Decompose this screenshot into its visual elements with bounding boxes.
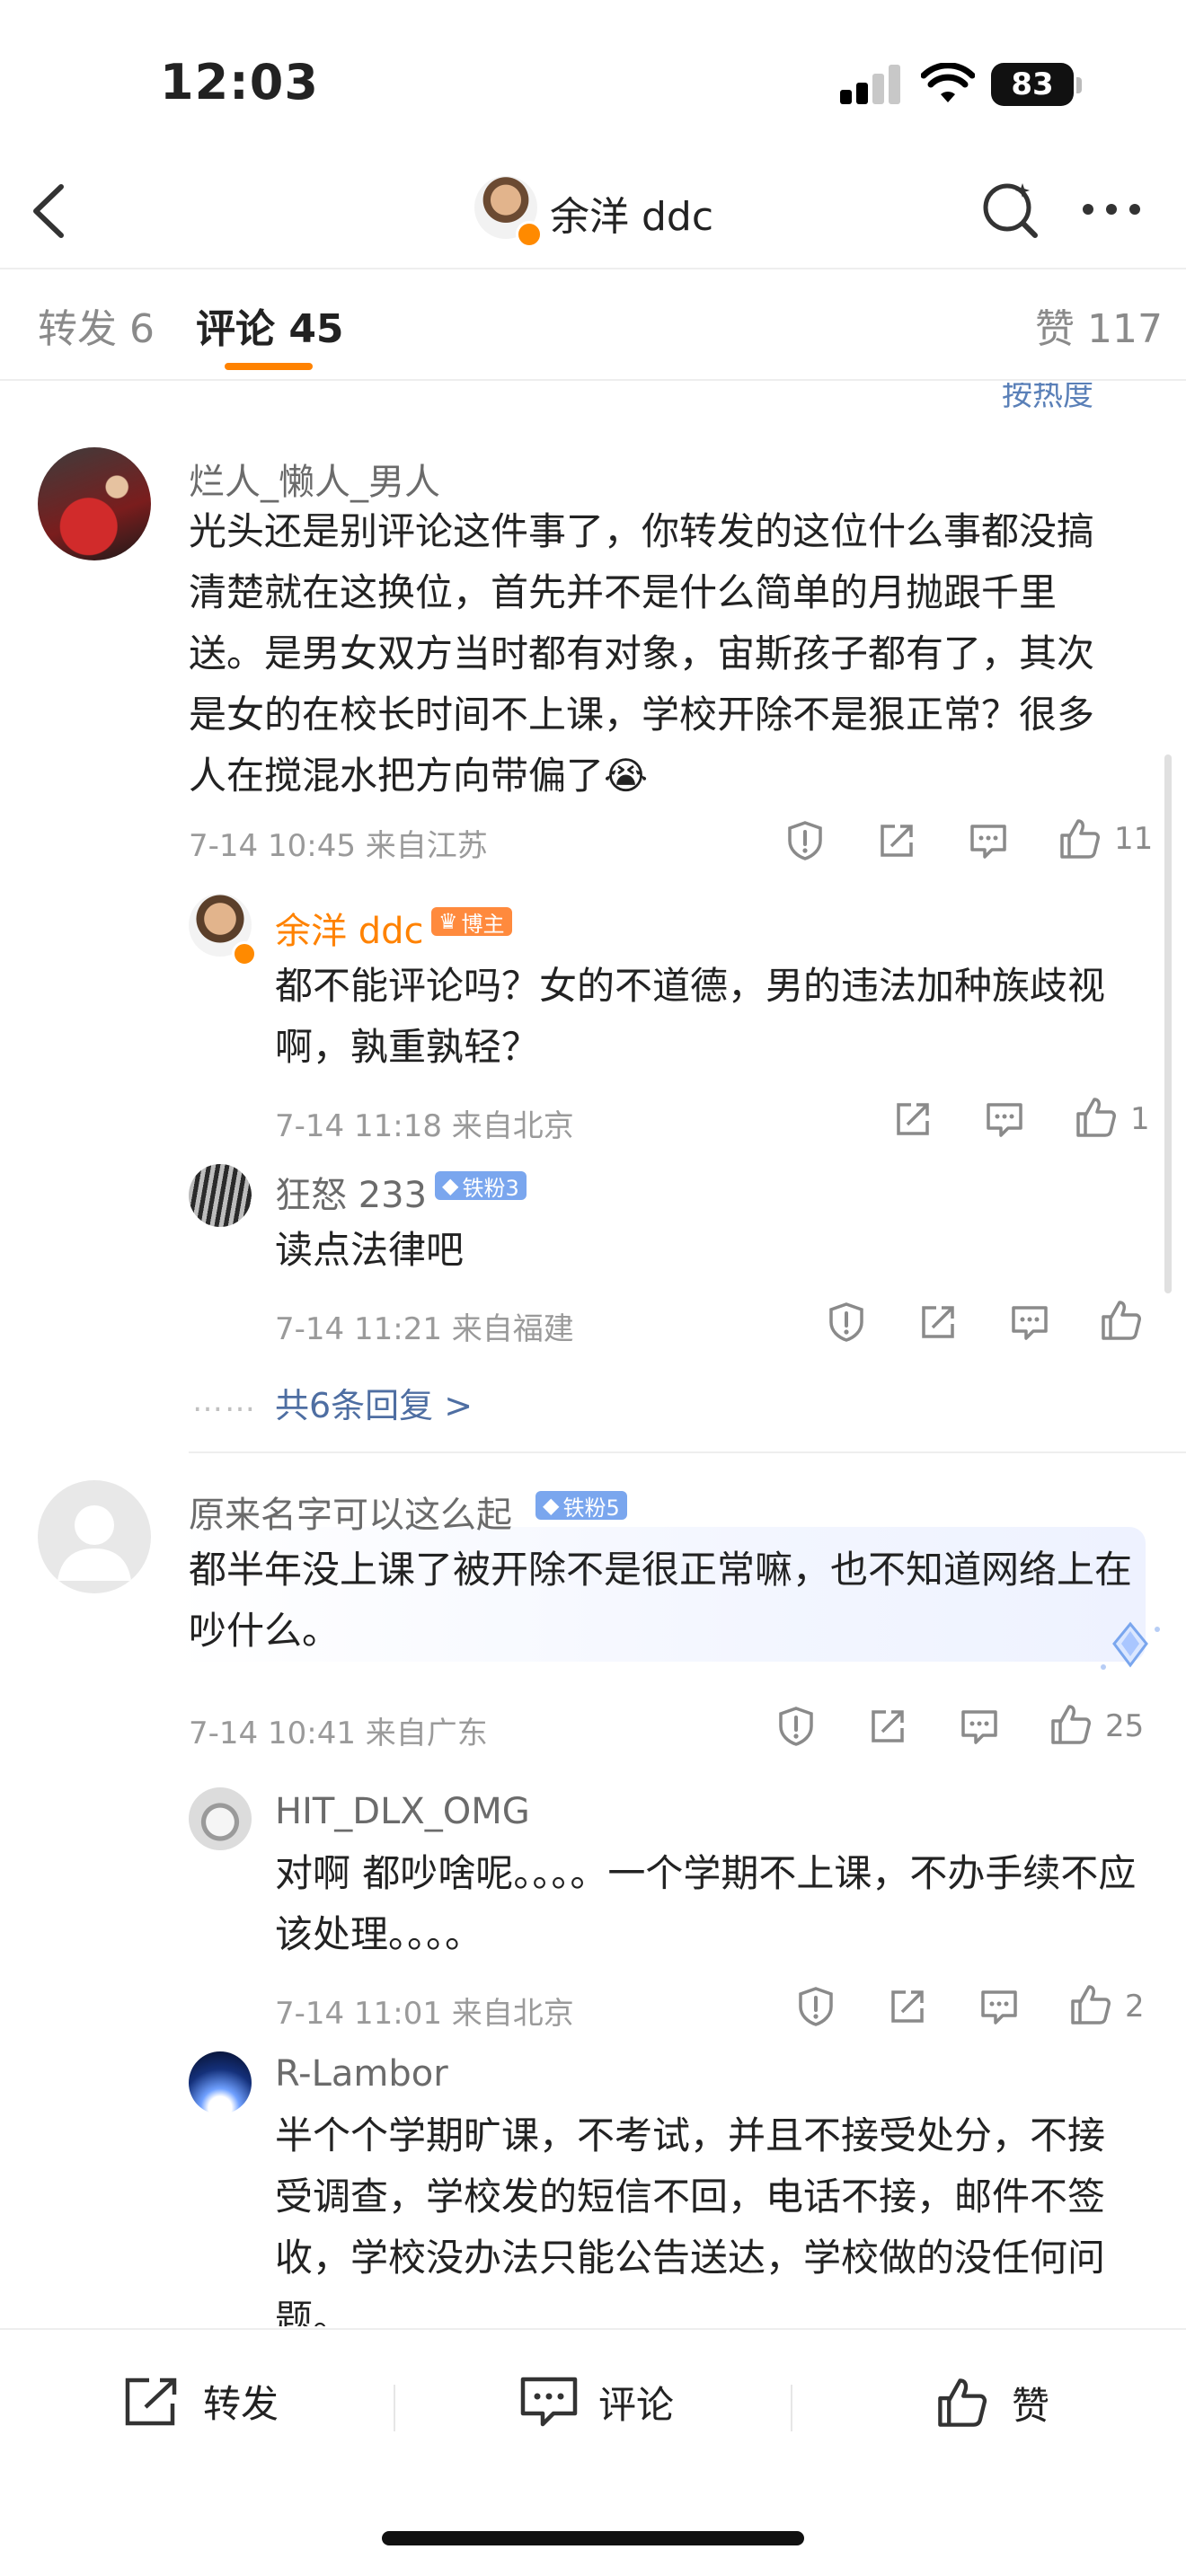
comment-icon[interactable] <box>983 1098 1026 1141</box>
share-icon[interactable] <box>916 1301 960 1344</box>
page-title[interactable]: 余洋 ddc <box>550 184 713 242</box>
reply-meta: 7-14 11:18 来自北京 <box>275 1108 574 1144</box>
cellular-signal-icon <box>840 65 900 104</box>
repost-icon <box>125 2378 177 2425</box>
wifi-icon <box>921 63 975 102</box>
avatar[interactable] <box>189 1787 252 1850</box>
more-replies-link[interactable]: 共6条回复 > <box>275 1378 473 1427</box>
like-icon[interactable] <box>1048 1701 1094 1748</box>
reply-username[interactable]: 狂怒 233 <box>275 1166 427 1218</box>
divider <box>394 2385 395 2431</box>
default-avatar-icon <box>58 1505 131 1581</box>
comment-icon[interactable] <box>967 819 1010 862</box>
like-icon <box>938 2378 987 2427</box>
reply-meta: 7-14 11:21 来自福建 <box>275 1311 574 1347</box>
reply-text: 对啊 都吵啥呢。。。。一个学期不上课，不办手续不应该处理。。。。 <box>275 1851 1137 1956</box>
avatar[interactable] <box>189 1164 252 1227</box>
comment-text: 光头还是别评论这件事了，你转发的这位什么事都没搞清楚就在这换位，首先并不是什么简… <box>189 509 1095 798</box>
fan-badge: ◆ 铁粉5 <box>535 1491 627 1521</box>
reply-meta: 7-14 11:01 来自北京 <box>275 1996 574 2032</box>
comment-text: 都半年没上课了被开除不是很正常嘛，也不知道网络上在吵什么。 <box>189 1548 1133 1653</box>
share-icon[interactable] <box>891 1098 934 1141</box>
share-icon[interactable] <box>886 1985 929 2028</box>
divider <box>189 1451 1186 1453</box>
tab-reposts[interactable]: 转发 6 <box>38 296 155 354</box>
like-button[interactable]: 赞 <box>933 2374 1049 2431</box>
report-icon[interactable] <box>794 1985 837 2028</box>
tab-underline <box>225 363 313 370</box>
avatar[interactable] <box>189 2051 252 2114</box>
reply-text: 半个个学期旷课，不考试，并且不接受处分，不接受调查，学校发的短信不回，电话不接，… <box>275 2113 1106 2326</box>
status-time: 12:03 <box>160 54 319 110</box>
report-icon[interactable] <box>825 1301 868 1344</box>
reply-username[interactable]: HIT_DLX_OMG <box>275 1791 530 1832</box>
comment-icon[interactable] <box>978 1985 1021 2028</box>
fan-badge: ◆ 铁粉3 <box>435 1171 527 1201</box>
avatar[interactable] <box>38 1480 151 1593</box>
author-badge: ♛ 博主 <box>431 907 512 937</box>
comment-label: 评论 <box>598 2382 675 2427</box>
repost-label: 转发 <box>203 2382 279 2426</box>
comment-meta: 7-14 10:45 来自江苏 <box>189 828 488 864</box>
fan-badge-label: 铁粉3 <box>462 1175 519 1201</box>
report-icon[interactable] <box>783 819 827 862</box>
comment-meta: 7-14 10:41 来自广东 <box>189 1716 488 1751</box>
like-count: 1 <box>1130 1101 1150 1137</box>
more-replies-dots: …… <box>192 1383 257 1419</box>
reply-text: 都不能评论吗？女的不道德，男的违法加种族歧视啊，孰重孰轻？ <box>275 964 1106 1069</box>
reply-text: 读点法律吧 <box>275 1228 465 1272</box>
report-icon[interactable] <box>774 1705 818 1748</box>
battery-tip <box>1076 77 1082 93</box>
author-badge-label: 博主 <box>461 911 505 937</box>
like-count: 11 <box>1114 821 1154 857</box>
comment-icon[interactable] <box>1008 1301 1051 1344</box>
fan-badge-label: 铁粉5 <box>562 1495 620 1521</box>
tab-likes[interactable]: 赞 117 <box>1035 296 1163 354</box>
like-icon[interactable] <box>1073 1094 1120 1141</box>
back-icon[interactable] <box>23 180 77 243</box>
comment-icon[interactable] <box>958 1705 1001 1748</box>
battery-indicator: 83 <box>991 63 1074 106</box>
divider <box>0 268 1186 269</box>
repost-button[interactable]: 转发 <box>122 2374 279 2429</box>
more-icon[interactable] <box>1083 196 1150 223</box>
like-icon[interactable] <box>1098 1297 1145 1344</box>
reply-username[interactable]: R-Lambor <box>275 2053 448 2095</box>
verified-badge-icon <box>232 941 257 966</box>
crown-icon: ♛ <box>438 909 458 934</box>
avatar[interactable] <box>38 447 151 560</box>
like-count: 25 <box>1105 1708 1145 1744</box>
tab-comments[interactable]: 评论 45 <box>196 296 344 354</box>
like-icon[interactable] <box>1067 1981 1114 2028</box>
sort-toggle[interactable]: 按热度 <box>1002 383 1093 414</box>
share-icon[interactable] <box>866 1705 909 1748</box>
diamond-icon: ◆ <box>543 1493 560 1518</box>
comment-username[interactable]: 烂人_懒人_男人 <box>189 453 440 505</box>
home-indicator[interactable] <box>382 2531 804 2545</box>
like-label: 赞 <box>1012 2383 1050 2428</box>
comment-button[interactable]: 评论 <box>519 2374 674 2430</box>
diamond-icon: ◆ <box>442 1173 459 1198</box>
comment-icon <box>520 2377 578 2427</box>
divider <box>0 379 1186 381</box>
scrollbar[interactable] <box>1164 754 1172 1293</box>
like-icon[interactable] <box>1057 816 1103 862</box>
search-icon[interactable] <box>979 178 1042 241</box>
divider <box>791 2385 792 2431</box>
reply-username[interactable]: 余洋 ddc <box>275 902 424 954</box>
like-count: 2 <box>1125 1989 1145 2025</box>
share-icon[interactable] <box>875 819 918 862</box>
verified-badge-icon <box>516 221 543 248</box>
comment-username[interactable]: 原来名字可以这么起 <box>189 1486 512 1538</box>
